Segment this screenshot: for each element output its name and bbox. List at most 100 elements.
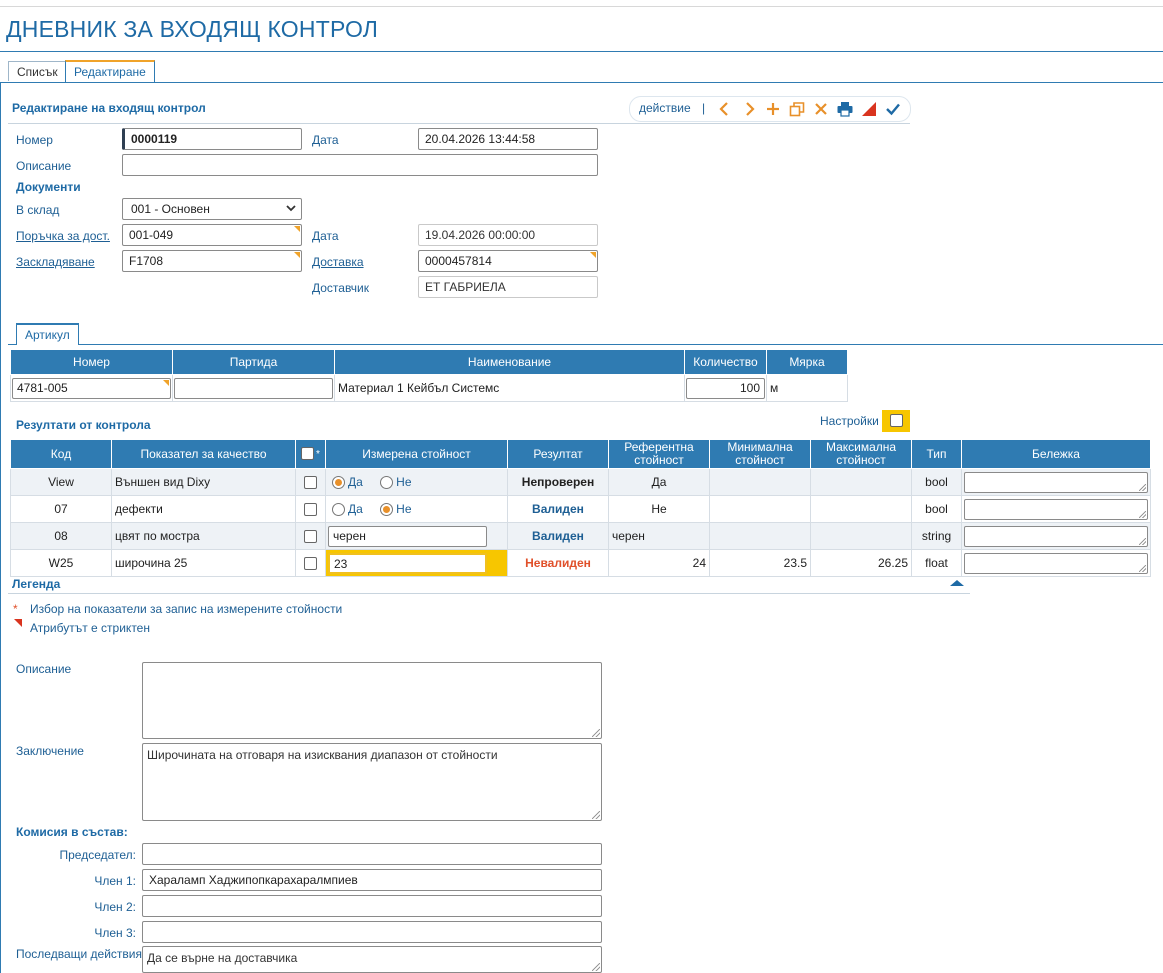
next-icon[interactable] [740,100,758,118]
booking-link[interactable]: Заскладяване [16,255,95,269]
radio-yes[interactable] [332,475,345,489]
row-note-field[interactable] [964,471,1148,493]
measured-radio-group[interactable]: Да Не [325,468,508,496]
followup-field[interactable]: Да се върне на доставчика [142,946,602,973]
measured-value-field[interactable]: черен [328,525,487,547]
footer-description-label: Описание [16,662,72,676]
settings-label: Настройки [820,414,879,428]
article-quantity-field[interactable]: 100 [686,377,765,399]
row-note-field[interactable] [964,552,1148,574]
row-minimum: 23.5 [709,549,811,577]
legend-title: Легенда [12,577,61,591]
copy-icon[interactable] [788,100,806,118]
action-menu[interactable]: действие [639,101,691,115]
supplier-field: ЕТ ГАБРИЕЛА [418,276,598,298]
legend-star-text: Избор на показатели за запис на измерени… [30,602,343,616]
delivery-field[interactable]: 0000457814 [418,250,598,272]
row-type: bool [911,495,962,523]
number-field[interactable]: 0000119 [122,128,302,150]
row-type: string [911,522,962,550]
row-code: View [10,468,112,496]
radio-no[interactable] [380,502,394,516]
article-col-quantity: Количество [684,349,767,375]
article-number-field[interactable]: 4781-005 [12,377,171,399]
row-maximum: 26.25 [810,549,912,577]
member1-field[interactable]: Хараламп Хаджипопкарахаралмпиев [142,869,602,891]
row-code: 08 [10,522,112,550]
results-col-reference: Референтна стойност [608,439,710,469]
settings-checkbox[interactable] [890,414,903,427]
star-mark: * [316,449,320,460]
table-row: 08 цвят по мостра черен Валиден черен st… [10,522,1151,550]
results-col-type: Тип [911,439,962,469]
article-col-name: Наименование [334,349,685,375]
collapse-icon[interactable] [948,578,966,588]
footer-description-field[interactable] [142,662,602,739]
member3-label: Член 3: [94,926,136,940]
row-maximum [810,468,912,496]
frame-border [0,82,1,973]
row-select-checkbox[interactable] [304,476,317,490]
results-col-select[interactable]: * [295,439,326,469]
measured-value-field[interactable]: 23 [328,552,487,574]
tab-article[interactable]: Артикул [16,323,79,345]
description-field[interactable] [122,154,598,176]
settings-toggle[interactable] [882,410,910,432]
results-col-code: Код [10,439,112,469]
article-batch-field[interactable] [174,377,333,399]
row-minimum [709,468,811,496]
commission-title: Комисия в състав: [16,825,128,839]
article-col-number: Номер [10,349,173,375]
row-note-field[interactable] [964,525,1148,547]
results-col-maximum: Максимална стойност [810,439,912,469]
print-icon[interactable] [836,100,854,118]
row-indicator: широчина 25 [111,549,296,577]
strict-attribute-icon[interactable] [860,100,878,118]
warehouse-value: 001 - Основен [131,202,210,216]
tab-edit[interactable]: Редактиране [65,60,155,82]
member2-field[interactable] [142,895,602,917]
select-all-checkbox[interactable] [301,447,315,461]
warehouse-select[interactable]: 001 - Основен [122,198,302,220]
results-col-note: Бележка [961,439,1151,469]
article-col-unit: Мярка [766,349,848,375]
table-row: 07 дефекти Да Не Валиден Не bool [10,495,1151,523]
add-icon[interactable] [764,100,782,118]
measured-radio-group[interactable]: Да Не [325,495,508,523]
member1-label: Член 1: [94,874,136,888]
radio-yes-label: Да [348,502,363,517]
conclusion-field[interactable]: Широчината на отговаря на изисквания диа… [142,743,602,821]
member3-field[interactable] [142,921,602,943]
radio-no-label: Не [396,475,412,490]
row-note-field[interactable] [964,498,1148,520]
ref-header-line2: стойност [634,453,684,467]
followup-label: Последващи действия [16,947,142,961]
row-select-checkbox[interactable] [304,530,317,544]
legend-strict-text: Атрибутът е стриктен [30,621,150,635]
confirm-icon[interactable] [884,100,902,118]
results-title: Резултати от контрола [16,418,151,432]
delivery-link[interactable]: Доставка [312,255,364,269]
warehouse-label: В склад [16,203,60,217]
order-date-field: 19.04.2026 00:00:00 [418,224,598,246]
table-row: View Външен вид Dixy Да Не Непроверен Да… [10,468,1151,496]
booking-field[interactable]: F1708 [122,250,302,272]
row-code: 07 [10,495,112,523]
row-indicator: цвят по мостра [111,522,296,550]
row-reference: 24 [608,549,710,577]
order-field[interactable]: 001-049 [122,224,302,246]
row-select-checkbox[interactable] [304,557,317,571]
legend-divider [8,593,970,594]
date-field[interactable]: 20.04.2026 13:44:58 [418,128,598,150]
row-reference: черен [608,522,710,550]
tab-list[interactable]: Списък [8,61,67,81]
radio-no[interactable] [380,475,394,489]
delete-icon[interactable] [812,100,830,118]
previous-icon[interactable] [716,100,734,118]
top-divider [0,6,1163,7]
radio-yes[interactable] [332,502,345,516]
chairman-field[interactable] [142,843,602,865]
row-select-checkbox[interactable] [304,503,317,517]
supplier-label: Доставчик [312,281,370,295]
order-link[interactable]: Поръчка за дост. [16,229,110,243]
